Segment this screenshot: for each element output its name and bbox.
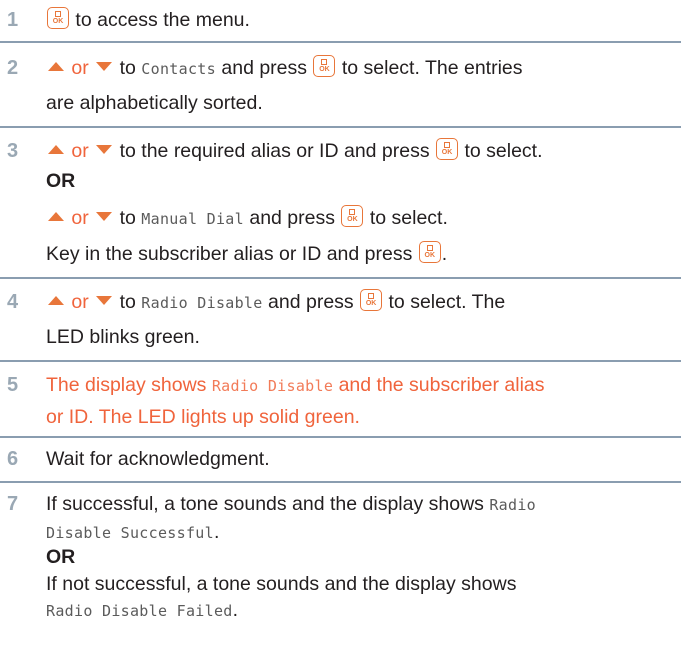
menu-item-name: Manual Dial [141,210,244,228]
step-number: 1 [7,9,19,31]
divider [0,481,681,483]
step-line: Key in the subscriber alias or ID and pr… [46,241,447,267]
step-text: to select. The entries [341,57,523,79]
or-label: or [71,140,89,162]
step-line: or to Contacts and press OK to select. T… [46,55,523,82]
step-text: to [119,207,136,229]
divider [0,41,681,43]
or-heading: OR [46,546,76,568]
down-arrow-icon [96,62,113,71]
step-text: to select. [369,207,448,229]
menu-ok-key-icon: OK [47,7,69,29]
display-message: Radio Disable Failed [46,602,233,620]
step-number: 2 [7,57,19,79]
step-line: or to Radio Disable and press OK to sele… [46,289,505,316]
step-line: If successful, a tone sounds and the dis… [46,491,536,518]
up-arrow-icon [48,145,64,154]
step-text: and press [221,57,308,79]
divider [0,436,681,438]
step-text: to select. The [388,291,506,313]
step-text: LED blinks green. [46,326,200,348]
menu-ok-key-icon: OK [313,55,336,77]
divider [0,277,681,279]
up-arrow-icon [48,212,64,221]
step-text: to [119,57,136,79]
up-arrow-icon [48,296,64,305]
step-line: OK to access the menu. [46,7,250,33]
menu-item-name: Radio Disable [141,294,263,312]
or-heading: OR [46,170,76,192]
step-text: or ID. The LED lights up solid green. [46,406,360,428]
step-number: 3 [7,140,19,162]
up-arrow-icon [48,62,64,71]
period: . [213,521,220,543]
step-line: or to the required alias or ID and press… [46,138,543,164]
period: . [441,243,448,265]
menu-ok-key-icon: OK [418,241,441,263]
step-text: and press [268,291,354,313]
or-label: or [71,291,89,313]
step-number: 7 [7,493,19,515]
step-number: 4 [7,291,19,313]
step-text: to [119,291,136,313]
step-text: and press [249,207,335,229]
menu-ok-key-icon: OK [436,138,459,160]
menu-ok-key-icon: OK [341,205,364,227]
step-line: If not successful, a tone sounds and the… [46,571,516,597]
menu-item-name: Contacts [141,60,216,78]
step-text: to select. [464,140,543,162]
step-line: or to Manual Dial and press OK to select… [46,205,448,232]
step-text: If not successful, a tone sounds and the… [46,573,517,595]
menu-ok-key-icon: OK [360,289,383,311]
menu-item-name: Radio Disable [211,377,334,395]
or-label: or [71,207,89,229]
step-text: are alphabetically sorted. [46,92,263,114]
step-text: to access the menu. [75,9,250,31]
display-message: Disable Successful [46,524,214,542]
step-line: are alphabetically sorted. [46,90,263,116]
step-line: Radio Disable Failed. [46,597,238,624]
divider [0,360,681,362]
step-line: Wait for acknowledgment. [46,446,270,472]
step-text: to the required alias or ID and press [119,140,430,162]
procedure-document: 1 OK to access the menu. 2 or to Contact… [0,0,681,658]
step-line: or ID. The LED lights up solid green. [46,404,360,430]
display-message: Radio [489,496,536,514]
step-text: If successful, a tone sounds and the dis… [46,493,484,515]
down-arrow-icon [96,212,113,221]
step-line: The display shows Radio Disable and the … [46,372,545,399]
step-line: Disable Successful. [46,519,219,546]
step-text: Key in the subscriber alias or ID and pr… [46,243,413,265]
step-number: 5 [7,374,19,396]
step-text: The display shows [46,374,207,396]
down-arrow-icon [96,296,113,305]
step-line: LED blinks green. [46,324,200,350]
or-label: or [71,57,89,79]
down-arrow-icon [96,145,113,154]
divider [0,126,681,128]
period: . [232,599,239,621]
step-number: 6 [7,448,19,470]
step-text: and the subscriber alias [338,374,545,396]
step-text: Wait for acknowledgment. [46,448,270,470]
